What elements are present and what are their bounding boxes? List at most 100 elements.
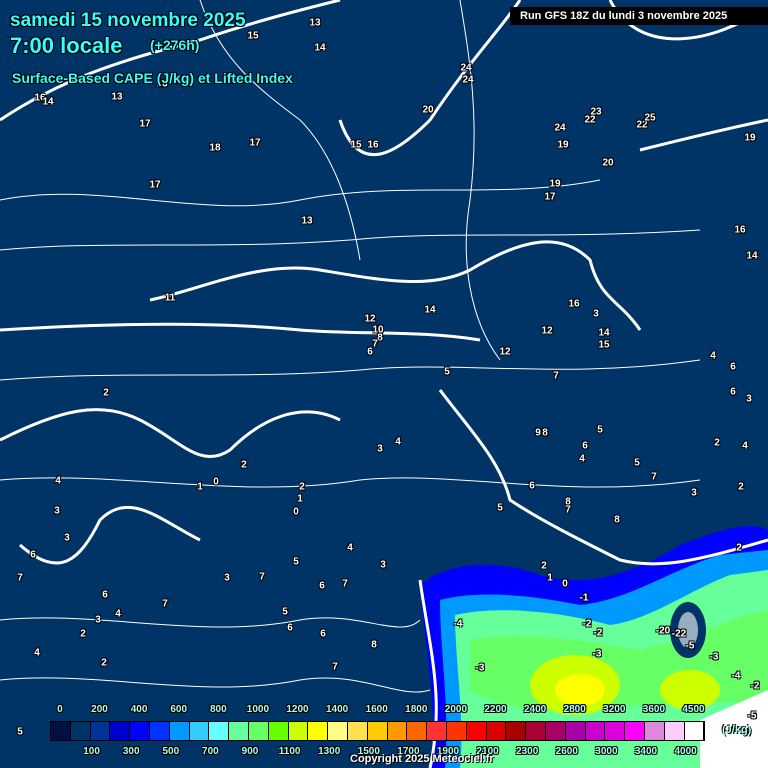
color-swatch	[347, 722, 368, 740]
lifted-index-label: -5	[685, 640, 695, 652]
scale-label-top: 1200	[286, 704, 309, 715]
color-swatch	[189, 722, 210, 740]
lifted-index-label: 16	[734, 224, 746, 236]
color-swatch	[130, 722, 150, 740]
lifted-index-label: -22	[671, 628, 687, 640]
color-swatch	[486, 722, 507, 740]
lifted-index-label: -3	[709, 651, 719, 663]
lifted-index-label: 7	[162, 598, 168, 610]
color-swatch	[664, 722, 685, 740]
lifted-index-label: 6	[529, 480, 535, 492]
lifted-index-label: 1	[547, 572, 553, 584]
color-scale-unit: (J/kg)	[722, 724, 752, 736]
color-swatch	[268, 722, 289, 740]
color-swatch	[367, 722, 388, 740]
scale-label-bottom: 3000	[595, 746, 618, 757]
lifted-index-label: 8	[542, 427, 548, 439]
color-swatch	[149, 722, 170, 740]
parameter-title: Surface-Based CAPE (J/kg) et Lifted Inde…	[12, 70, 293, 86]
lifted-index-label: 12	[499, 346, 511, 358]
scale-label-bottom: 500	[162, 746, 180, 757]
scale-label-top: 1800	[405, 704, 428, 715]
scale-label-top: 2800	[563, 704, 586, 715]
color-swatch	[684, 722, 705, 740]
lifted-index-label: -4	[453, 618, 463, 630]
lifted-index-label: 13	[309, 17, 321, 29]
lifted-index-label: 3	[377, 443, 383, 455]
scale-label-top: 400	[130, 704, 148, 715]
lifted-index-label: 15	[350, 139, 362, 151]
color-swatch	[625, 722, 645, 740]
scale-label-bottom: 700	[202, 746, 219, 757]
color-swatch	[466, 722, 487, 740]
lifted-index-label: 5	[497, 502, 503, 514]
lifted-index-label: 7	[332, 661, 338, 673]
color-swatch	[229, 722, 249, 740]
lifted-index-label: -1	[579, 592, 589, 604]
color-swatch	[308, 722, 329, 740]
lifted-index-label: 17	[544, 191, 556, 203]
scale-label-bottom: 1300	[318, 746, 341, 757]
lifted-index-label: 7	[259, 571, 265, 583]
lifted-index-label: 20	[602, 157, 614, 169]
lifted-index-label: 1	[197, 481, 203, 493]
lifted-index-label: 5	[282, 606, 288, 618]
lifted-index-label: 9	[535, 427, 541, 439]
lifted-index-label: 0	[213, 476, 219, 488]
color-swatch	[506, 722, 527, 740]
lifted-index-label: 2	[101, 657, 107, 669]
scale-label-top: 3200	[603, 704, 626, 715]
scale-label-top: 200	[91, 704, 108, 715]
lifted-index-label: 5	[444, 366, 450, 378]
lifted-index-label: 5	[293, 556, 299, 568]
lifted-index-label: 19	[744, 132, 756, 144]
color-swatch	[70, 722, 91, 740]
lifted-index-label: 6	[320, 628, 326, 640]
scale-label-bottom: 1100	[278, 746, 301, 757]
lifted-index-label: 25	[644, 112, 656, 124]
forecast-time: 7:00 locale	[10, 33, 123, 58]
scale-label-bottom: 300	[122, 746, 140, 757]
lifted-index-label: 24	[554, 122, 566, 134]
lifted-index-label: 3	[224, 572, 230, 584]
lifted-index-label: 12	[541, 325, 553, 337]
color-swatch	[427, 722, 447, 740]
model-run-label: Run GFS 18Z du lundi 3 novembre 2025	[510, 7, 768, 25]
color-swatch	[407, 722, 428, 740]
scale-label-top: 1600	[365, 704, 388, 715]
copyright: Copyright 2025 Meteociel.fr	[350, 753, 494, 765]
lifted-index-label: 6	[730, 361, 736, 373]
scale-label-top: 1400	[325, 704, 349, 715]
lifted-index-label: 5	[17, 726, 23, 738]
lifted-index-label: 1	[297, 493, 303, 505]
scale-label-top: 0	[57, 704, 63, 715]
lifted-index-label: 4	[347, 542, 353, 554]
scale-label-top: 3600	[642, 704, 666, 715]
scale-label-top: 2400	[523, 704, 547, 715]
lifted-index-label: -5	[747, 710, 757, 722]
lifted-index-label: 17	[139, 118, 151, 130]
lifted-index-label: 6	[319, 580, 325, 592]
lifted-index-label: 4	[34, 647, 40, 659]
lifted-index-label: 14	[746, 250, 758, 262]
lifted-index-label: 8	[371, 639, 377, 651]
lifted-index-label: 6	[287, 622, 293, 634]
color-swatch	[387, 722, 408, 740]
scale-label-bottom: 4000	[674, 746, 697, 757]
forecast-date: samedi 15 novembre 2025	[10, 10, 246, 31]
lifted-index-label: 4	[395, 436, 401, 448]
color-swatch	[446, 722, 467, 740]
color-swatch	[110, 722, 131, 740]
scale-label-bottom: 900	[241, 746, 259, 757]
lifted-index-label: 2	[736, 542, 742, 554]
color-swatch	[545, 722, 566, 740]
lifted-index-label: 13	[111, 91, 123, 103]
lifted-index-label: 4	[742, 440, 748, 452]
color-swatch	[585, 722, 606, 740]
lifted-index-label: 0	[293, 506, 299, 518]
scale-label-bottom: 2300	[516, 746, 539, 757]
lifted-index-label: 13	[301, 215, 313, 227]
lifted-index-label: 2	[80, 628, 86, 640]
color-swatch	[565, 722, 586, 740]
lifted-index-label: 7	[553, 370, 559, 382]
